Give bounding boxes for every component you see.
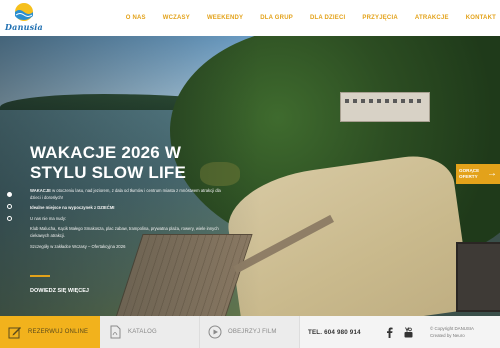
learn-more-link[interactable]: DOWIEDZ SIĘ WIĘCEJ (30, 288, 89, 294)
phone-number[interactable]: TEL. 604 980 914 (300, 316, 374, 348)
nav-item-wczasy[interactable]: WCZASY (163, 15, 190, 21)
hot-offers-label: GORĄCE OFERTY (459, 168, 480, 179)
copyright: © Copyright DANUSIA Created by Neuro (424, 316, 500, 348)
pencil-icon (8, 327, 21, 339)
watch-film-label: OBEJRZYJ FILM (228, 329, 277, 335)
hero-description: WAKACJE w otoczeniu lasu, nad jeziorem, … (30, 188, 230, 254)
nav-item-atrakcje[interactable]: ATRAKCJE (415, 15, 449, 21)
nav-item-weekendy[interactable]: WEEKENDY (207, 15, 243, 21)
nav-item-kontakt[interactable]: KONTAKT (466, 15, 496, 21)
hero-intro-bold: WAKACJE (30, 188, 51, 193)
hero-line-2: Klub Malucha, Kącik Małego Smakosza, pla… (30, 226, 219, 238)
slide-dot[interactable] (7, 204, 12, 209)
nav-item-dla-dzieci[interactable]: DLA DZIECI (310, 15, 345, 21)
copyright-text: © Copyright DANUSIA (430, 326, 474, 331)
nav-item-o-nas[interactable]: O NAS (126, 15, 146, 21)
logo[interactable]: Danusia (4, 2, 44, 34)
catalog-label: KATALOG (128, 329, 157, 335)
hero-slider: WAKACJE 2026 W STYLU SLOW LIFE WAKACJE w… (0, 36, 500, 316)
arrow-right-icon: → (487, 168, 497, 179)
hero-line-1: U nas nie ma nudy: (30, 215, 67, 221)
reserve-online-button[interactable]: REZERWUJ ONLINE (0, 316, 100, 348)
slide-dot[interactable] (7, 216, 12, 221)
logo-text: Danusia (5, 22, 43, 32)
hero-highlight: Idealne miejsce na wypoczynek z DZIEĆMI (30, 205, 115, 211)
youtube-icon[interactable] (404, 326, 413, 338)
accent-divider (30, 275, 50, 277)
hero-line-3: Szczegóły w zakładce Wczasy – Ofertakcyj… (30, 243, 126, 249)
logo-wave-icon (15, 3, 33, 21)
main-nav: O NAS WCZASY WEEKENDY DLA GRUP DLA DZIEC… (109, 0, 496, 36)
facebook-icon[interactable] (385, 327, 394, 338)
watch-film-button[interactable]: OBEJRZYJ FILM (200, 316, 300, 348)
nav-item-przyjecia[interactable]: PRZYJĘCIA (362, 15, 397, 21)
bottom-bar: REZERWUJ ONLINE KATALOG OBEJRZYJ FILM TE… (0, 316, 500, 348)
slide-dot[interactable] (7, 192, 12, 197)
hero-intro-text: w otoczeniu lasu, nad jeziorem, z dala o… (30, 188, 221, 200)
catalog-button[interactable]: KATALOG (100, 316, 200, 348)
social-links (374, 316, 424, 348)
pdf-icon (110, 325, 121, 339)
nav-item-dla-grup[interactable]: DLA GRUP (260, 15, 293, 21)
hero-title: WAKACJE 2026 W STYLU SLOW LIFE (30, 143, 186, 182)
slide-dots (7, 192, 13, 228)
play-icon (208, 325, 222, 339)
hot-offers-button[interactable]: GORĄCE OFERTY → (456, 164, 500, 184)
site-header: Danusia O NAS WCZASY WEEKENDY DLA GRUP D… (0, 0, 500, 36)
reserve-online-label: REZERWUJ ONLINE (28, 329, 89, 335)
created-by-text[interactable]: Created by Neuro (430, 332, 465, 339)
phone-text: TEL. 604 980 914 (308, 328, 361, 336)
